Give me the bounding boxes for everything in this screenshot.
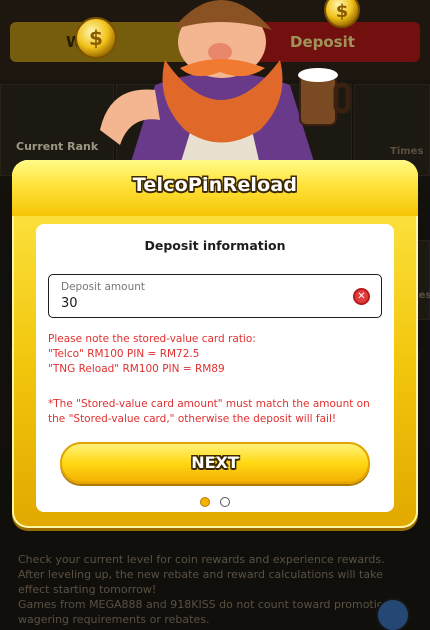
deposit-amount-label: Deposit amount xyxy=(61,281,145,293)
svg-text:$: $ xyxy=(89,26,103,50)
dialog-header: TelcoPinReload xyxy=(12,160,418,216)
deposit-amount-field[interactable]: Deposit amount 30 ✕ xyxy=(48,274,382,318)
telco-pin-reload-dialog: TelcoPinReload Deposit information Depos… xyxy=(12,160,418,528)
notice-line: "TNG Reload" RM100 PIN = RM89 xyxy=(48,363,225,375)
svg-text:$: $ xyxy=(336,1,349,22)
notice-line: Please note the stored-value card ratio: xyxy=(48,333,256,345)
dialog-title: TelcoPinReload xyxy=(132,174,298,196)
step-dot xyxy=(219,496,230,507)
card-ratio-notice: Please note the stored-value card ratio:… xyxy=(48,332,388,427)
next-button[interactable]: NEXT xyxy=(60,442,370,484)
next-button-label: NEXT xyxy=(191,453,239,472)
step-indicator xyxy=(36,491,394,510)
mascot-illustration: $ $ xyxy=(75,0,360,165)
step-dot-active xyxy=(200,496,211,507)
notice-warning: *The "Stored-value card amount" must mat… xyxy=(48,398,370,425)
section-title: Deposit information xyxy=(144,238,286,253)
dialog-body: Deposit information Deposit amount 30 ✕ … xyxy=(36,224,394,512)
close-icon[interactable]: ✕ xyxy=(353,288,370,305)
notice-line: "Telco" RM100 PIN = RM72.5 xyxy=(48,348,200,360)
notice-spacer xyxy=(48,377,388,397)
deposit-amount-input[interactable]: 30 xyxy=(61,296,78,311)
